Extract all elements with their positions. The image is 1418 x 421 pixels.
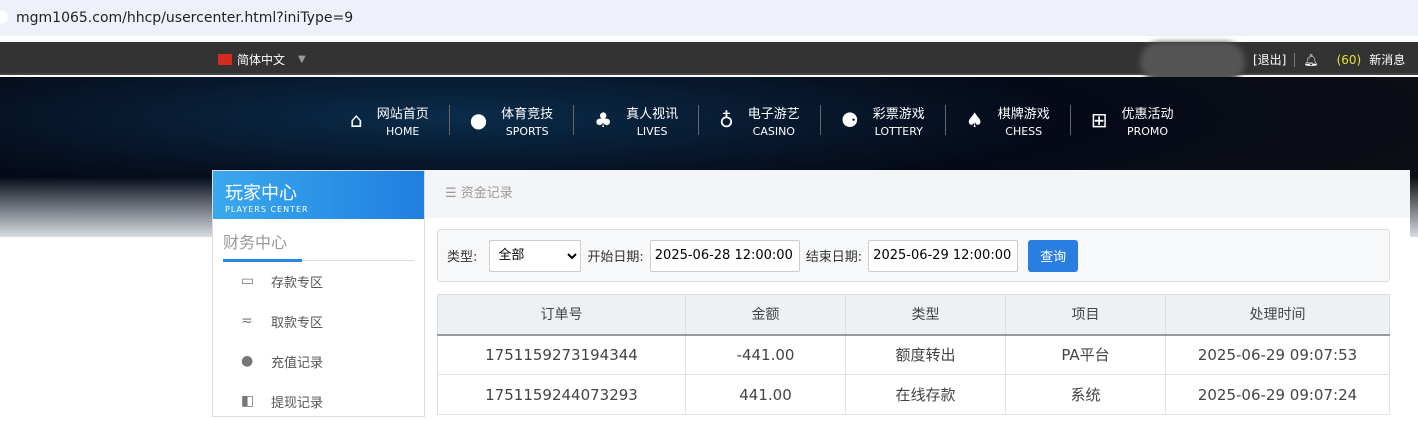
top-bar: 简体中文 ▼ [退出] 🔔︎ (60) 新消息: [0, 42, 1418, 82]
nav-sublabel: CASINO: [752, 124, 795, 138]
main-nav: ⌂ 网站首页 HOME ● 体育竞技 SPORTS ♣ 真人视讯 LIVES ♁ 电子游艺 CA…: [330, 105, 1194, 138]
processed-time: 2025-06-29 09:07:53: [1165, 334, 1390, 375]
sidebar-subtitle: PLAYERS CENTER: [225, 205, 309, 214]
nav-casino[interactable]: ♁ 电子游艺 CASINO: [699, 105, 821, 138]
column-header: 类型: [845, 294, 1006, 336]
spade-icon: ♠: [965, 108, 984, 132]
nav-chess[interactable]: ♠ 棋牌游戏 CHESS: [946, 105, 1071, 138]
site-info-icon[interactable]: [0, 10, 8, 24]
logout-link[interactable]: [退出]: [1253, 51, 1286, 68]
type: 额度转出: [845, 334, 1006, 375]
nav-sublabel: LIVES: [636, 124, 668, 138]
menu-icon[interactable]: ☰: [445, 186, 457, 201]
column-header: 项目: [1005, 294, 1166, 336]
sidebar-item-withdraw-records[interactable]: ◧ 提现记录: [213, 381, 424, 421]
message-count[interactable]: (60): [1337, 53, 1362, 67]
nav-sublabel: LOTTERY: [874, 124, 923, 138]
amount: -441.00: [685, 334, 846, 375]
column-header: 金额: [685, 294, 846, 336]
query-button[interactable]: 查询: [1028, 239, 1079, 272]
start-date-label: 开始日期:: [587, 250, 644, 265]
nav-label: 体育竞技: [501, 106, 554, 122]
order-id: 1751159273194344: [437, 334, 686, 375]
lottery-balls-icon: ⚈: [840, 108, 859, 132]
project: 系统: [1005, 374, 1166, 415]
column-header: 订单号: [437, 294, 686, 336]
url-text: mgm1065.com/hhcp/usercenter.html?iniType…: [16, 10, 354, 26]
wallet-icon: ◧: [241, 393, 255, 409]
nav-home[interactable]: ⌂ 网站首页 HOME: [330, 105, 450, 138]
sidebar-title: 玩家中心: [225, 183, 297, 204]
nav-sports[interactable]: ● 体育竞技 SPORTS: [450, 105, 575, 138]
bell-icon[interactable]: 🔔︎: [1303, 53, 1318, 67]
home-icon: ⌂: [350, 108, 363, 132]
nav-label: 真人视讯: [626, 106, 679, 122]
ball-icon: ●: [469, 108, 488, 132]
messages-link[interactable]: 新消息: [1369, 51, 1405, 68]
breadcrumb: ☰ 资金记录: [425, 170, 1410, 218]
table-header: 订单号 金额 类型 项目 处理时间: [437, 294, 1390, 336]
end-date-input[interactable]: [868, 239, 1019, 272]
address-bar[interactable]: mgm1065.com/hhcp/usercenter.html?iniType…: [0, 0, 1418, 36]
joystick-icon: ♁: [719, 108, 734, 132]
nav-label: 电子游艺: [747, 106, 800, 122]
sidebar-item-label: 取款专区: [271, 315, 324, 331]
nav-lives[interactable]: ♣ 真人视讯 LIVES: [574, 105, 700, 138]
language-label: 简体中文: [237, 53, 286, 67]
records-table: 订单号 金额 类型 项目 处理时间 1751159273194344 -441.…: [437, 294, 1390, 415]
table-row: 1751159273194344 -441.00 额度转出 PA平台 2025-…: [437, 334, 1390, 375]
nav-label: 优惠活动: [1121, 106, 1174, 122]
sidebar-item-withdraw[interactable]: ≂ 取款专区: [213, 301, 424, 341]
column-header: 处理时间: [1165, 294, 1390, 336]
nav-sublabel: PROMO: [1126, 124, 1169, 138]
filter-bar: 类型: 全部 开始日期: 结束日期: 查询: [437, 229, 1390, 282]
project: PA平台: [1005, 334, 1166, 375]
cards-icon: ♣: [594, 108, 613, 132]
table-row: 1751159244073293 441.00 在线存款 系统 2025-06-…: [437, 374, 1390, 415]
username-redacted: [1140, 42, 1245, 82]
sidebar-item-label: 存款专区: [271, 275, 324, 291]
sidebar-item-label: 充值记录: [271, 355, 324, 371]
gift-icon: ⊞: [1090, 108, 1108, 132]
nav-sublabel: SPORTS: [505, 124, 549, 138]
nav-sublabel: HOME: [386, 124, 420, 138]
type-label: 类型:: [447, 250, 478, 265]
china-flag-icon: [218, 54, 232, 65]
nav-lottery[interactable]: ⚈ 彩票游戏 LOTTERY: [821, 105, 946, 138]
end-date-label: 结束日期:: [805, 250, 863, 265]
divider: [1294, 52, 1296, 67]
nav-sublabel: CHESS: [1005, 124, 1043, 138]
section-title: 财务中心: [223, 229, 414, 262]
type-select[interactable]: 全部: [489, 239, 582, 272]
page-title: 资金记录: [460, 186, 513, 201]
start-date-input[interactable]: [649, 239, 800, 272]
language-selector[interactable]: 简体中文 ▼: [218, 51, 306, 68]
sidebar: 玩家中心 PLAYERS CENTER 财务中心 ▭ 存款专区 ≂ 取款专区 ● 充值记…: [212, 170, 425, 417]
hand-cash-icon: ≂: [241, 313, 253, 329]
main-panel: ☰ 资金记录 类型: 全部 开始日期: 结束日期: 查询 订单号 金额 类型 项…: [425, 170, 1410, 417]
nav-label: 网站首页: [376, 106, 429, 122]
amount: 441.00: [685, 374, 846, 415]
card-icon: ▭: [241, 273, 255, 289]
money-bag-icon: ●: [241, 353, 254, 369]
sidebar-item-recharge-records[interactable]: ● 充值记录: [213, 341, 424, 381]
nav-label: 棋牌游戏: [997, 106, 1050, 122]
nav-promo[interactable]: ⊞ 优惠活动 PROMO: [1071, 105, 1194, 138]
sidebar-item-label: 提现记录: [271, 395, 324, 411]
order-id: 1751159244073293: [437, 374, 686, 415]
sidebar-header: 玩家中心 PLAYERS CENTER: [213, 171, 424, 219]
type: 在线存款: [845, 374, 1006, 415]
sidebar-item-deposit[interactable]: ▭ 存款专区: [213, 261, 424, 301]
processed-time: 2025-06-29 09:07:24: [1165, 374, 1390, 415]
nav-label: 彩票游戏: [872, 106, 925, 122]
caret-down-icon: ▼: [298, 54, 306, 65]
